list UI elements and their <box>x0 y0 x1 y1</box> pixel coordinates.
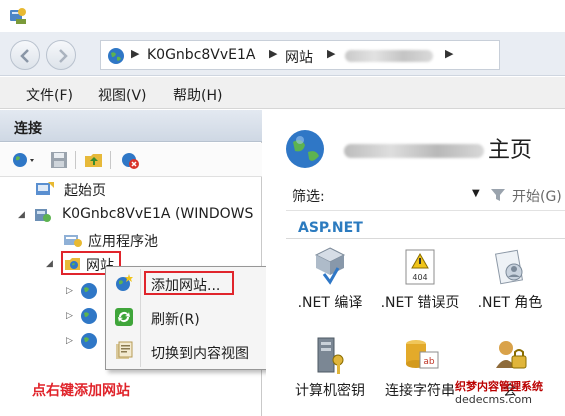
instruction-annotation: 点右键添加网站 <box>32 383 130 399</box>
collapse-icon[interactable]: ◢ <box>46 259 53 269</box>
tree-item-app-pools[interactable]: 应用程序池 <box>62 229 242 251</box>
site-globe-icon <box>81 283 97 299</box>
start-filter-button[interactable]: 开始(G) <box>512 186 562 206</box>
connect-globe-icon[interactable] <box>12 151 38 169</box>
add-website-highlight-box <box>144 271 234 295</box>
tree-item-server[interactable]: ◢ K0Gnbc8VvE1A (WINDOWS <box>18 204 262 226</box>
back-button[interactable] <box>10 40 40 70</box>
feature-machine-key[interactable]: 计算机密钥 <box>290 334 370 400</box>
app-pool-icon <box>64 235 82 247</box>
net-compilation-label: .NET 编译 <box>297 295 363 311</box>
start-page-icon <box>36 182 54 195</box>
window-titlebar <box>0 0 565 32</box>
connections-toolbar <box>0 143 262 177</box>
machine-key-label: 计算机密钥 <box>295 383 365 399</box>
feature-net-compilation[interactable]: .NET 编译 <box>290 246 370 312</box>
feature-net-error-pages[interactable]: 404 .NET 错误页 <box>380 246 460 312</box>
server-label: K0Gnbc8VvE1A (WINDOWS <box>62 206 254 222</box>
address-bar[interactable]: ▶ K0Gnbc8VvE1A ▶ 网站 ▶ ▶ <box>100 40 500 70</box>
start-page-label: 起始页 <box>64 183 106 199</box>
refresh-icon <box>115 308 133 326</box>
connections-header: 连接 <box>0 110 262 142</box>
iis-manager-icon <box>10 8 26 24</box>
connection-strings-icon: ab <box>406 340 439 369</box>
filter-input[interactable] <box>328 182 493 208</box>
tree-item-start-page[interactable]: 起始页 <box>34 178 234 200</box>
machine-key-icon <box>317 337 344 374</box>
breadcrumb-separator: ▶ <box>269 47 278 60</box>
site-globe-icon <box>81 333 97 349</box>
server-icon <box>35 209 51 222</box>
tree-item-site[interactable]: ▷ <box>66 305 106 327</box>
feature-net-roles[interactable]: .NET 角色 <box>470 246 550 312</box>
connection-strings-label: 连接字符串 <box>385 383 455 399</box>
section-aspnet: ASP.NET <box>298 220 363 236</box>
home-pane: 主页 筛选: ▼ 开始(G) ASP.NET .NET 编译 404 .NET … <box>266 110 565 416</box>
back-arrow-icon <box>20 49 29 63</box>
section-divider <box>286 238 565 239</box>
site-name-redacted <box>344 144 484 158</box>
menu-help[interactable]: 帮助(H) <box>173 85 222 105</box>
site-globe-icon <box>81 308 97 324</box>
breadcrumb-separator: ▶ <box>445 47 454 60</box>
menu-bar: 文件(F) 视图(V) 帮助(H) <box>0 77 565 109</box>
expand-icon[interactable]: ▷ <box>66 311 73 321</box>
watermark: 织梦内容管理系统 dedecms.com <box>455 380 543 406</box>
breadcrumb-site-redacted[interactable] <box>345 47 433 66</box>
home-title: 主页 <box>344 132 532 164</box>
navigation-bar: ▶ K0Gnbc8VvE1A ▶ 网站 ▶ ▶ <box>0 32 565 76</box>
home-title-suffix: 主页 <box>488 138 533 163</box>
refresh-label: 刷新(R) <box>151 312 200 328</box>
toolbar-divider <box>75 151 76 169</box>
net-compilation-icon <box>314 247 346 285</box>
watermark-line2: dedecms.com <box>455 393 532 406</box>
filter-divider <box>286 210 565 211</box>
forward-button[interactable] <box>46 40 76 70</box>
globe-icon <box>108 48 124 64</box>
svg-text:404: 404 <box>412 273 427 282</box>
breadcrumb-separator: ▶ <box>327 47 336 60</box>
net-error-pages-label: .NET 错误页 <box>380 295 460 311</box>
error-404-icon: 404 <box>405 249 435 285</box>
svg-text:ab: ab <box>423 357 435 367</box>
up-folder-icon[interactable] <box>84 151 104 169</box>
content-view-icon <box>116 341 133 359</box>
connections-pane: 连接 起始页 ◢ K0Gnbc8VvE1A (WINDOWS 应用程序池 ◢ 网… <box>0 110 262 416</box>
disconnect-icon[interactable] <box>120 151 140 169</box>
filter-dropdown-icon[interactable]: ▼ <box>472 188 480 199</box>
app-pools-label: 应用程序池 <box>88 234 158 250</box>
toolbar-divider <box>110 151 111 169</box>
breadcrumb-sites[interactable]: 网站 <box>285 47 313 67</box>
switch-content-view-label: 切换到内容视图 <box>151 346 249 362</box>
filter-label: 筛选: <box>292 189 325 205</box>
connections-title: 连接 <box>14 121 42 137</box>
home-globe-icon <box>286 130 324 168</box>
breadcrumb-server[interactable]: K0Gnbc8VvE1A <box>147 47 256 63</box>
collapse-icon[interactable]: ◢ <box>18 210 25 220</box>
expand-icon[interactable]: ▷ <box>66 286 73 296</box>
filter-bar: 筛选: ▼ 开始(G) <box>266 182 565 208</box>
net-roles-icon <box>494 249 524 285</box>
breadcrumb-separator: ▶ <box>131 47 140 60</box>
tree-item-site[interactable]: ▷ <box>66 280 106 302</box>
feature-connection-strings[interactable]: ab 连接字符串 <box>380 334 460 400</box>
add-website-icon <box>116 274 133 291</box>
tree-item-site[interactable]: ▷ <box>66 330 106 352</box>
expand-icon[interactable]: ▷ <box>66 336 73 346</box>
menu-view[interactable]: 视图(V) <box>98 85 147 105</box>
save-icon[interactable] <box>50 151 68 169</box>
watermark-line1: 织梦内容管理系统 <box>455 380 543 393</box>
funnel-icon <box>491 189 505 201</box>
menu-file[interactable]: 文件(F) <box>26 85 73 105</box>
session-lock-icon <box>496 341 527 369</box>
forward-arrow-icon <box>59 49 68 63</box>
net-roles-label: .NET 角色 <box>477 295 543 311</box>
